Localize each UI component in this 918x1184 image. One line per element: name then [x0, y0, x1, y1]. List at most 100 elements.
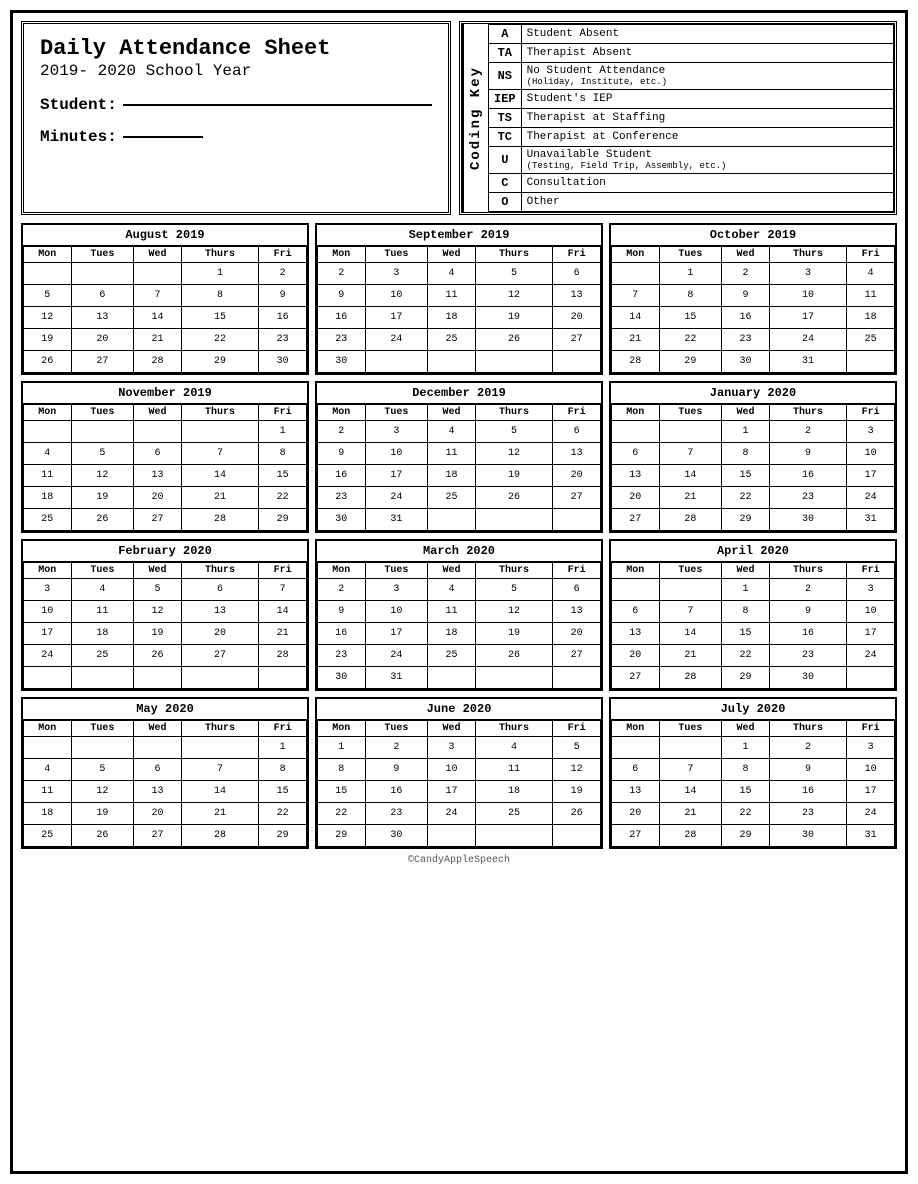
calendar-day-cell: [612, 579, 660, 601]
coding-key-label: Coding Key: [462, 24, 488, 212]
calendar-day-cell: 31: [365, 509, 428, 531]
calendar-day-header: Mon: [24, 247, 72, 263]
calendar-day-cell: 10: [365, 601, 428, 623]
calendar-day-header: Thurs: [181, 563, 259, 579]
calendar-day-header: Mon: [24, 563, 72, 579]
calendar-day-cell: 25: [24, 825, 72, 847]
calendar-day-cell: 25: [847, 329, 895, 351]
calendar-day-cell: 15: [318, 781, 366, 803]
calendar-day-header: Tues: [365, 405, 428, 421]
calendar-box: December 2019MonTuesWedThursFri234569101…: [315, 381, 603, 533]
calendar-day-cell: 13: [612, 781, 660, 803]
calendar-day-cell: 6: [553, 263, 601, 285]
calendar-day-header: Wed: [134, 721, 182, 737]
calendar-box: March 2020MonTuesWedThursFri234569101112…: [315, 539, 603, 691]
calendar-day-cell: 27: [612, 509, 660, 531]
calendar-day-header: Thurs: [181, 405, 259, 421]
calendar-week-row: 3031: [318, 509, 601, 531]
calendar-day-cell: 15: [722, 781, 770, 803]
calendar-day-cell: [71, 421, 134, 443]
calendar-day-cell: 20: [612, 487, 660, 509]
calendar-box: July 2020MonTuesWedThursFri1236789101314…: [609, 697, 897, 849]
calendar-day-cell: 24: [428, 803, 476, 825]
calendar-day-cell: 19: [475, 623, 553, 645]
calendar-day-cell: 2: [769, 421, 847, 443]
calendar-day-cell: 28: [612, 351, 660, 373]
calendar-day-cell: [24, 263, 72, 285]
calendar-day-cell: 14: [612, 307, 660, 329]
calendar-day-cell: 20: [553, 307, 601, 329]
calendar-week-row: 910111213: [318, 601, 601, 623]
calendar-day-cell: 2: [318, 579, 366, 601]
calendar-day-cell: 13: [553, 443, 601, 465]
calendar-day-cell: 9: [769, 759, 847, 781]
calendar-day-cell: 7: [612, 285, 660, 307]
calendar-day-cell: 30: [318, 667, 366, 689]
calendar-day-cell: 4: [24, 759, 72, 781]
calendar-day-cell: [847, 667, 895, 689]
calendar-title: September 2019: [317, 225, 601, 246]
calendar-title: November 2019: [23, 383, 307, 404]
calendar-day-cell: 11: [71, 601, 134, 623]
calendar-day-cell: 17: [769, 307, 847, 329]
calendar-day-header: Tues: [71, 721, 134, 737]
calendar-day-cell: 7: [259, 579, 307, 601]
calendar-day-cell: 4: [24, 443, 72, 465]
calendar-week-row: 1: [24, 737, 307, 759]
calendar-day-cell: 21: [659, 645, 722, 667]
calendar-week-row: 1234: [612, 263, 895, 285]
calendar-day-cell: 9: [318, 443, 366, 465]
calendar-day-cell: 13: [612, 623, 660, 645]
calendar-day-cell: 27: [181, 645, 259, 667]
calendar-day-cell: 27: [134, 509, 182, 531]
coding-key-code: TS: [489, 109, 522, 128]
calendar-table: MonTuesWedThursFri1256789121314151619202…: [23, 246, 307, 373]
calendar-day-cell: 9: [318, 285, 366, 307]
calendar-day-header: Fri: [259, 405, 307, 421]
calendar-day-cell: 10: [365, 443, 428, 465]
calendar-day-cell: 7: [659, 443, 722, 465]
calendar-day-cell: 28: [659, 825, 722, 847]
calendar-day-cell: 19: [71, 487, 134, 509]
calendar-day-cell: 11: [847, 285, 895, 307]
calendar-week-row: 1112131415: [24, 781, 307, 803]
calendar-day-cell: 8: [659, 285, 722, 307]
calendar-day-header: Thurs: [475, 563, 553, 579]
coding-key-row: TC Therapist at Conference: [489, 128, 894, 147]
calendar-day-header: Wed: [722, 405, 770, 421]
calendar-day-cell: 4: [71, 579, 134, 601]
calendar-day-cell: 14: [659, 465, 722, 487]
calendar-day-cell: [134, 737, 182, 759]
calendar-day-header: Thurs: [769, 247, 847, 263]
calendar-day-cell: 26: [24, 351, 72, 373]
calendar-week-row: 1314151617: [612, 781, 895, 803]
calendar-week-row: 30: [318, 351, 601, 373]
calendar-day-cell: 31: [847, 509, 895, 531]
calendar-day-header: Wed: [428, 247, 476, 263]
calendar-day-cell: 9: [259, 285, 307, 307]
calendar-day-cell: 10: [847, 601, 895, 623]
calendar-title: April 2020: [611, 541, 895, 562]
coding-key-code: TA: [489, 44, 522, 63]
calendar-box: January 2020MonTuesWedThursFri1236789101…: [609, 381, 897, 533]
calendar-week-row: 1920212223: [24, 329, 307, 351]
calendar-day-cell: 12: [475, 601, 553, 623]
calendar-week-row: 7891011: [612, 285, 895, 307]
calendar-day-cell: 26: [475, 329, 553, 351]
calendar-day-cell: 11: [428, 443, 476, 465]
calendar-day-cell: 6: [612, 759, 660, 781]
calendar-day-header: Tues: [71, 405, 134, 421]
calendar-week-row: 2021222324: [612, 645, 895, 667]
calendar-day-header: Wed: [134, 563, 182, 579]
calendar-week-row: 2526272829: [24, 825, 307, 847]
calendar-day-cell: [428, 351, 476, 373]
calendar-day-cell: [71, 737, 134, 759]
calendar-day-cell: 8: [181, 285, 259, 307]
calendar-day-header: Thurs: [181, 721, 259, 737]
calendar-day-cell: 18: [428, 623, 476, 645]
calendar-day-header: Fri: [847, 563, 895, 579]
calendar-table: MonTuesWedThursFri1456781112131415181920…: [23, 404, 307, 531]
calendar-day-header: Fri: [259, 721, 307, 737]
calendar-day-cell: 16: [318, 465, 366, 487]
calendar-day-header: Tues: [659, 721, 722, 737]
